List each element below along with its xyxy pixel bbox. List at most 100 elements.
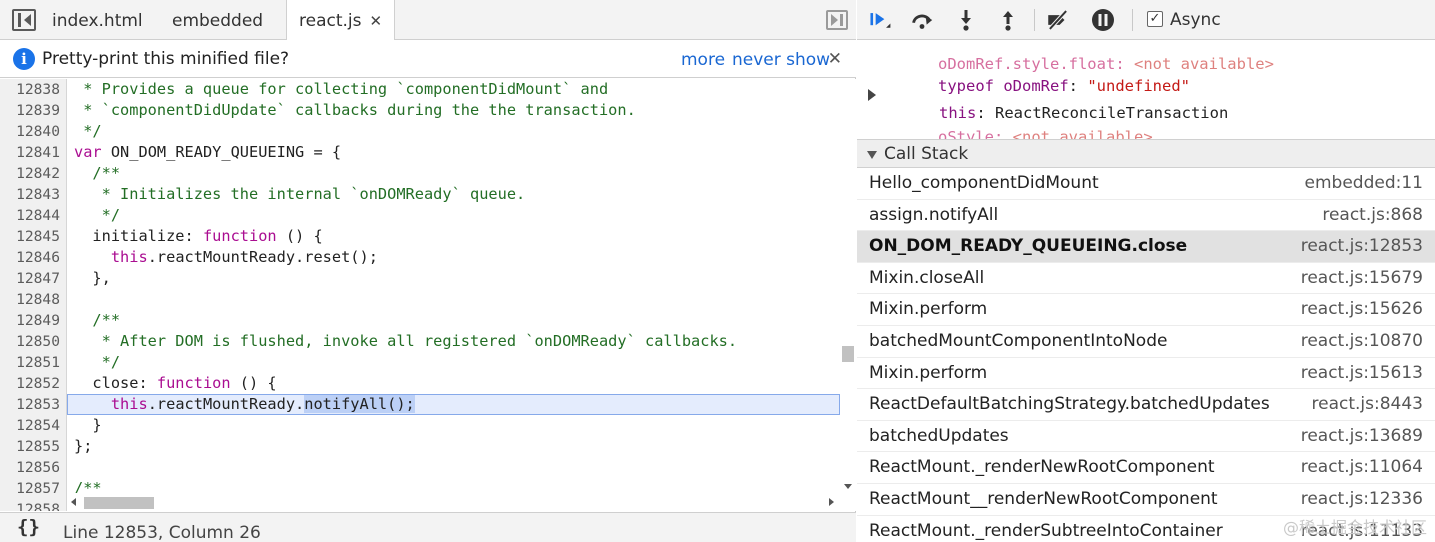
debugger-sidebar-toggle-icon[interactable] [826,10,848,30]
expand-arrow-icon[interactable] [868,89,876,101]
call-frame-location[interactable]: react.js:10870 [1301,326,1423,357]
scroll-down-icon[interactable] [844,484,852,489]
scrollbar-thumb[interactable] [84,497,154,509]
line-number[interactable]: 12843 [0,184,66,205]
code-line[interactable]: }, [67,268,840,289]
close-infobar-icon[interactable]: ✕ [828,40,842,78]
pause-on-exceptions-icon[interactable] [1090,7,1116,33]
code-line[interactable]: } [67,415,840,436]
code-line[interactable] [67,289,840,310]
code-line[interactable]: }; [67,436,840,457]
line-number[interactable]: 12849 [0,310,66,331]
call-frame[interactable]: batchedUpdates react.js:13689 [857,421,1435,453]
call-frame[interactable]: assign.notifyAll react.js:868 [857,200,1435,232]
line-number[interactable]: 12852 [0,373,66,394]
line-number[interactable]: 12853 [0,394,66,415]
code-lines[interactable]: * Provides a queue for collecting `compo… [67,79,840,511]
call-frame-function: ReactMount._renderSubtreeIntoContainer [869,520,1223,541]
call-frame-location[interactable]: react.js:13689 [1301,421,1423,452]
close-tab-icon[interactable]: ✕ [370,12,383,30]
call-frame-location[interactable]: react.js:8443 [1312,389,1423,420]
pretty-print-button[interactable]: {} [17,516,40,538]
line-number[interactable]: 12854 [0,415,66,436]
async-checkbox[interactable]: ✓ [1147,11,1163,27]
call-frame-location[interactable]: react.js:12853 [1301,231,1423,262]
line-number[interactable]: 12850 [0,331,66,352]
horizontal-scrollbar[interactable] [67,493,840,511]
line-number[interactable]: 12851 [0,352,66,373]
resume-icon[interactable] [867,7,893,33]
tab-embedded[interactable]: embedded [160,0,275,40]
code-line[interactable]: /** [67,163,840,184]
line-number[interactable]: 12841 [0,142,66,163]
line-number[interactable]: 12839 [0,100,66,121]
line-number[interactable]: 12858 [0,499,66,511]
code-line[interactable]: initialize: function () { [67,226,840,247]
code-line[interactable]: * Initializes the internal `onDOMReady` … [67,184,840,205]
line-number[interactable]: 12848 [0,289,66,310]
step-over-icon[interactable] [909,7,935,33]
code-editor[interactable]: 12838 12839 12840 12841 12842 12843 12844 12845… [0,79,856,511]
code-line[interactable]: * `componentDidUpdate` callbacks during … [67,100,840,121]
call-frame[interactable]: Mixin.closeAll react.js:15679 [857,263,1435,295]
tab-index-html[interactable]: index.html [40,0,155,40]
code-line[interactable]: * Provides a queue for collecting `compo… [67,79,840,100]
call-frame-location[interactable]: embedded:11 [1305,168,1423,199]
scrollbar-thumb[interactable] [842,346,854,362]
infobar-message: Pretty-print this minified file? [42,49,290,69]
call-frame-location[interactable]: react.js:11064 [1301,452,1423,483]
line-number[interactable]: 12846 [0,247,66,268]
call-frame[interactable]: ReactDefaultBatchingStrategy.batchedUpda… [857,389,1435,421]
call-frame-function: Mixin.closeAll [869,267,985,288]
line-number-gutter[interactable]: 12838 12839 12840 12841 12842 12843 12844 12845… [0,79,67,511]
cursor-position: Line 12853, Column 26 [63,523,261,542]
call-frame-function: ReactMount._renderNewRootComponent [869,457,1215,478]
code-line[interactable]: this.reactMountReady.reset(); [67,247,840,268]
step-into-icon[interactable] [953,7,979,33]
line-number[interactable]: 12842 [0,163,66,184]
line-number[interactable]: 12855 [0,436,66,457]
call-frame-location[interactable]: react.js:15679 [1301,263,1423,294]
more-link[interactable]: more [681,40,725,80]
scroll-left-icon[interactable] [71,498,76,506]
code-line[interactable]: */ [67,205,840,226]
line-number[interactable]: 12856 [0,457,66,478]
scroll-right-icon[interactable] [829,498,834,506]
tab-react-js[interactable]: react.js ✕ [286,0,396,41]
line-number[interactable]: 12845 [0,226,66,247]
code-line[interactable]: this.reactMountReady.notifyAll(); [67,394,840,415]
code-line[interactable] [67,457,840,478]
call-frame[interactable]: ON_DOM_READY_QUEUEING.close react.js:1285… [857,231,1435,263]
line-number[interactable]: 12840 [0,121,66,142]
code-line[interactable]: /** [67,310,840,331]
call-frame[interactable]: Hello_componentDidMount embedded:11 [857,168,1435,200]
call-frame-location[interactable]: react.js:15626 [1301,294,1423,325]
line-number[interactable]: 12844 [0,205,66,226]
code-line[interactable]: var ON_DOM_READY_QUEUEING = { [67,142,840,163]
code-line[interactable]: */ [67,121,840,142]
step-out-icon[interactable] [995,7,1021,33]
code-line[interactable]: * After DOM is flushed, invoke all regis… [67,331,840,352]
call-frame-function: batchedUpdates [869,425,1009,446]
navigator-toggle-icon[interactable] [12,9,36,31]
code-line[interactable]: close: function () { [67,373,840,394]
code-line[interactable]: */ [67,352,840,373]
vertical-scrollbar[interactable] [840,79,856,511]
debugger-sidebar: ✓ Async oDomRef.style.float: <not availa… [857,0,1435,542]
call-stack-header[interactable]: Call Stack [857,139,1435,168]
info-icon: i [13,48,35,70]
deactivate-breakpoints-icon[interactable] [1045,7,1071,33]
scope-var-ostyle[interactable]: oStyle: <not available> [882,110,1153,139]
call-frame-location[interactable]: react.js:868 [1322,200,1423,231]
call-frame-location[interactable]: react.js:15613 [1301,358,1423,389]
call-frame[interactable]: batchedMountComponentIntoNode react.js:10… [857,326,1435,358]
line-number[interactable]: 12847 [0,268,66,289]
call-frame[interactable]: Mixin.perform react.js:15613 [857,358,1435,390]
line-number[interactable]: 12838 [0,79,66,100]
call-frame-location[interactable]: react.js:12336 [1301,484,1423,515]
call-frame[interactable]: ReactMount__renderNewRootComponent react.… [857,484,1435,516]
never-show-link[interactable]: never show [732,40,830,80]
call-frame[interactable]: Mixin.perform react.js:15626 [857,294,1435,326]
call-frame[interactable]: ReactMount._renderNewRootComponent react.… [857,452,1435,484]
line-number[interactable]: 12857 [0,478,66,499]
